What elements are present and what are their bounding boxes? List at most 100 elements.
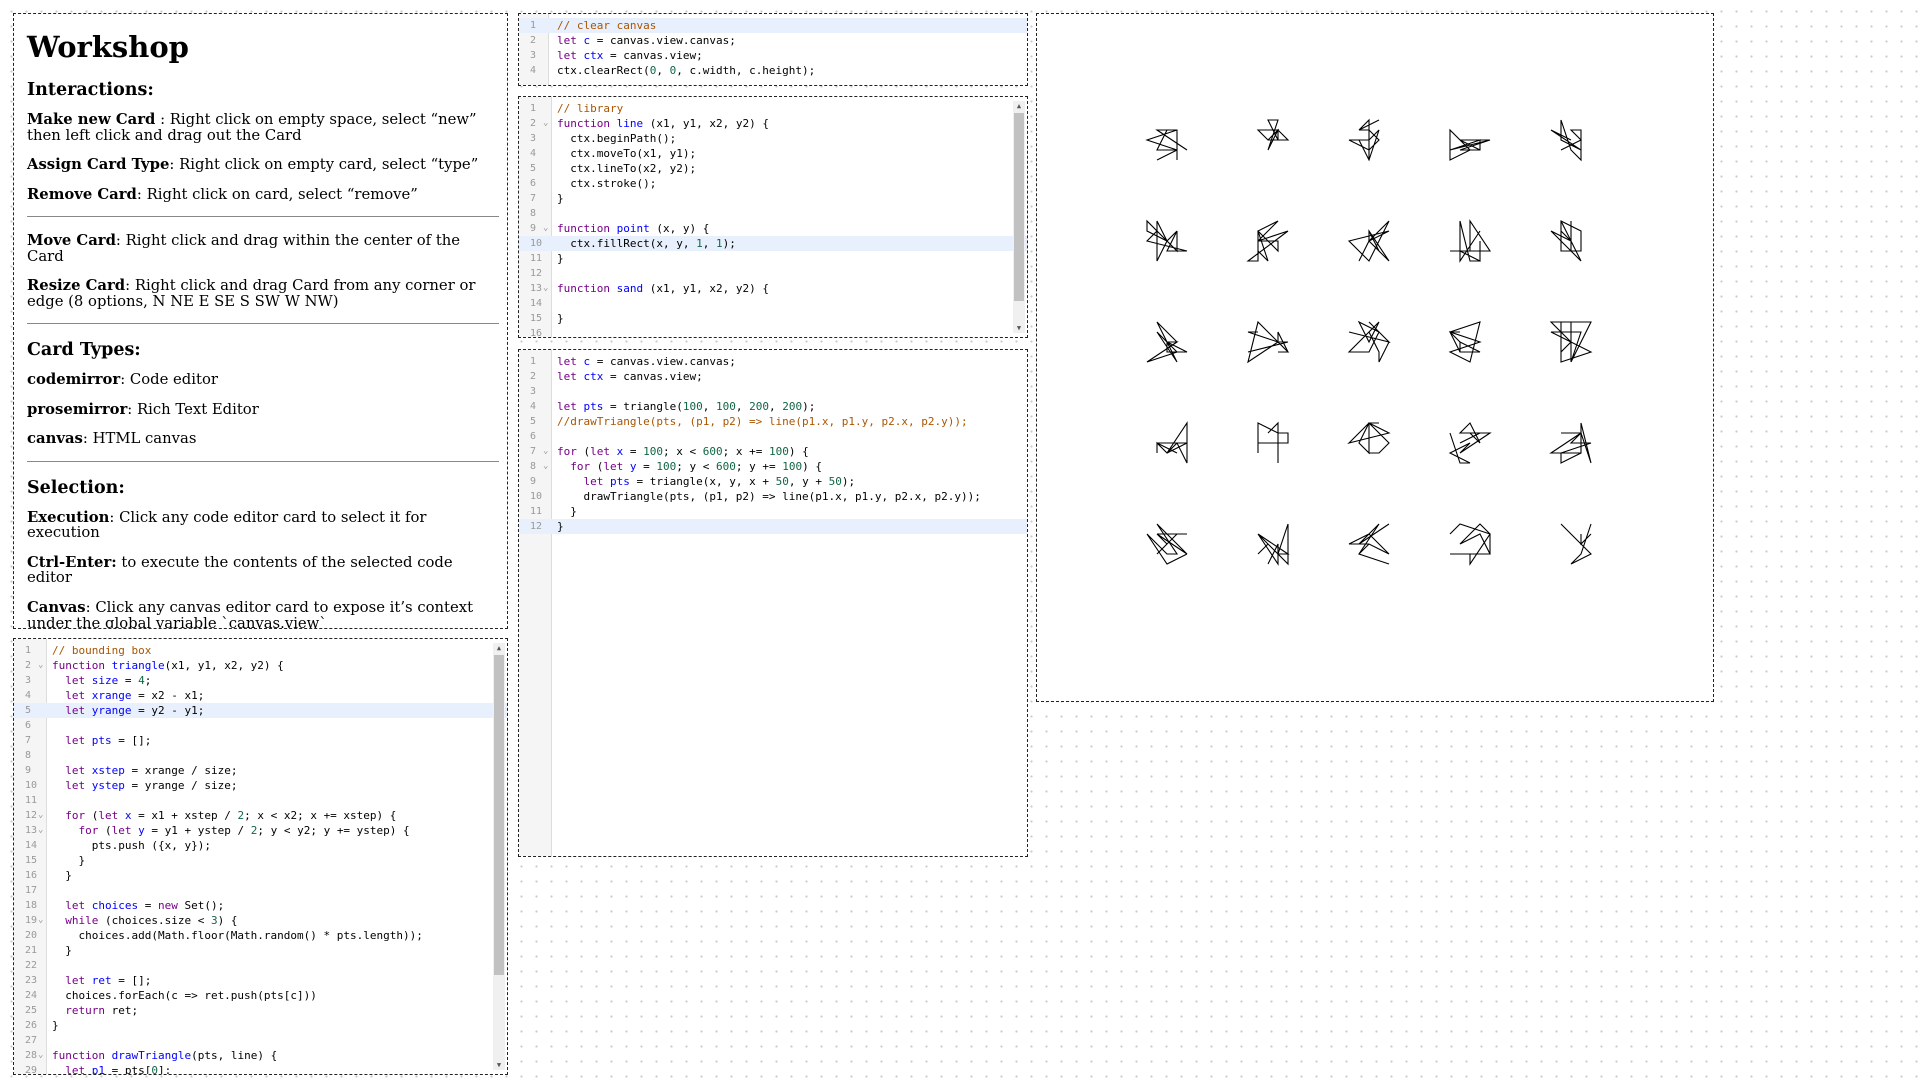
code-editor-main[interactable]: 1 let c = canvas.view.canvas; 2 let ctx = c…: [518, 349, 1028, 857]
line-number: 18: [25, 900, 38, 911]
code-line[interactable]: 11 }: [519, 504, 1027, 519]
triangle-glyph: [1550, 220, 1582, 262]
code-line[interactable]: 5 let yrange = y2 - y1;: [14, 703, 507, 718]
code-editor-clear-canvas[interactable]: 1 // clear canvas 2 let c = canvas.view.can…: [518, 13, 1028, 86]
code-line[interactable]: 9 let xstep = xrange / size;: [14, 763, 507, 778]
code-line[interactable]: 1 // bounding box: [14, 643, 507, 658]
interaction-item: Assign Card Type: Right click on empty c…: [27, 156, 479, 174]
code-lines[interactable]: 1 // clear canvas 2 let c = canvas.view.can…: [519, 18, 1027, 78]
code-line[interactable]: 1 // library: [519, 101, 1027, 116]
canvas-drawing[interactable]: [1037, 14, 1713, 701]
code-line[interactable]: 5 ctx.lineTo(x2, y2);: [519, 161, 1027, 176]
code-line[interactable]: 10 drawTriangle(pts, (p1, p2) => line(p1…: [519, 489, 1027, 504]
fold-marker-icon[interactable]: ⌄: [38, 823, 43, 838]
code-editor-bounding-box[interactable]: 1 // bounding box 2 ⌄ function triangle(x1, …: [13, 638, 508, 1075]
code-line[interactable]: 11}: [519, 251, 1027, 266]
code-text: let ystep = yrange / size;: [65, 779, 238, 792]
code-line[interactable]: 28 ⌄ function drawTriangle(pts, line) {: [14, 1048, 507, 1063]
scrollbar-thumb[interactable]: [494, 655, 504, 975]
code-line[interactable]: 3 let size = 4;: [14, 673, 507, 688]
scroll-up-arrow-icon[interactable]: ▲: [1013, 101, 1025, 111]
code-line[interactable]: 6 ctx.stroke();: [519, 176, 1027, 191]
code-line[interactable]: 1 let c = canvas.view.canvas;: [519, 354, 1027, 369]
fold-marker-icon[interactable]: ⌄: [543, 281, 548, 296]
code-line[interactable]: 4 let xrange = x2 - x1;: [14, 688, 507, 703]
fold-marker-icon[interactable]: ⌄: [543, 444, 548, 459]
code-line[interactable]: 24 choices.forEach(c => ret.push(pts[c])…: [14, 988, 507, 1003]
code-line[interactable]: 1 // clear canvas: [519, 18, 1027, 33]
line-number: 3: [530, 50, 537, 61]
prosemirror-card[interactable]: Workshop Interactions: Make new Card : R…: [13, 13, 508, 629]
code-line[interactable]: 15 }: [14, 853, 507, 868]
code-line[interactable]: 8: [519, 206, 1027, 221]
code-line[interactable]: 4 ctx.clearRect(0, 0, c.width, c.height);: [519, 63, 1027, 78]
scrollbar-thumb[interactable]: [1014, 113, 1024, 301]
code-text: // clear canvas: [557, 19, 657, 32]
fold-marker-icon[interactable]: ⌄: [38, 658, 43, 673]
code-line[interactable]: 4 ctx.moveTo(x1, y1);: [519, 146, 1027, 161]
code-line[interactable]: 6: [519, 429, 1027, 444]
code-lines[interactable]: 1 // library 2 ⌄ function line (x1, y1, x2, …: [519, 101, 1027, 337]
fold-marker-icon[interactable]: ⌄: [38, 913, 43, 928]
code-line[interactable]: 21 }: [14, 943, 507, 958]
fold-marker-icon[interactable]: ⌄: [38, 808, 43, 823]
code-line[interactable]: 23 let ret = [];: [14, 973, 507, 988]
code-line[interactable]: 26}: [14, 1018, 507, 1033]
glyph-stroke: [1348, 523, 1390, 565]
code-line[interactable]: 4 let pts = triangle(100, 100, 200, 200);: [519, 399, 1027, 414]
fold-marker-icon[interactable]: ⌄: [543, 459, 548, 474]
code-line[interactable]: 16 }: [14, 868, 507, 883]
code-line[interactable]: 2 let c = canvas.view.canvas;: [519, 33, 1027, 48]
code-line[interactable]: 7}: [519, 191, 1027, 206]
code-line[interactable]: 10 ctx.fillRect(x, y, 1, 1);: [519, 236, 1027, 251]
code-line[interactable]: 6: [14, 718, 507, 733]
code-line[interactable]: 12: [519, 266, 1027, 281]
code-line[interactable]: 29 let p1 = pts[0];: [14, 1063, 507, 1074]
code-lines[interactable]: 1 // bounding box 2 ⌄ function triangle(x1, …: [14, 643, 507, 1074]
scroll-up-arrow-icon[interactable]: ▲: [493, 643, 505, 653]
code-line[interactable]: 9 let pts = triangle(x, y, x + 50, y + 5…: [519, 474, 1027, 489]
code-line[interactable]: 27: [14, 1033, 507, 1048]
code-line[interactable]: 7 ⌄ for (let x = 100; x < 600; x += 100) {: [519, 444, 1027, 459]
code-line[interactable]: 12 ⌄ for (let x = x1 + xstep / 2; x < x2;…: [14, 808, 507, 823]
code-line[interactable]: 13 ⌄ for (let y = y1 + ystep / 2; y < y2;…: [14, 823, 507, 838]
code-line[interactable]: 8 ⌄ for (let y = 100; y < 600; y += 100) …: [519, 459, 1027, 474]
scroll-down-arrow-icon[interactable]: ▼: [1013, 323, 1025, 333]
line-number: 9: [530, 476, 537, 487]
code-line[interactable]: 18 let choices = new Set();: [14, 898, 507, 913]
vertical-scrollbar[interactable]: ▲ ▼: [1013, 101, 1025, 333]
code-line[interactable]: 3 ctx.beginPath();: [519, 131, 1027, 146]
code-line[interactable]: 14: [519, 296, 1027, 311]
code-line[interactable]: 3 let ctx = canvas.view;: [519, 48, 1027, 63]
fold-marker-icon[interactable]: ⌄: [543, 221, 548, 236]
code-line[interactable]: 14 pts.push ({x, y});: [14, 838, 507, 853]
fold-marker-icon[interactable]: ⌄: [38, 1048, 43, 1063]
html-canvas-card[interactable]: [1036, 13, 1714, 702]
code-line[interactable]: 12}: [519, 519, 1027, 534]
scroll-down-arrow-icon[interactable]: ▼: [493, 1060, 505, 1070]
code-line[interactable]: 8: [14, 748, 507, 763]
selection-heading: Selection:: [27, 477, 125, 498]
code-line[interactable]: 20 choices.add(Math.floor(Math.random() …: [14, 928, 507, 943]
code-line[interactable]: 9 ⌄ function point (x, y) {: [519, 221, 1027, 236]
code-line[interactable]: 5 //drawTriangle(pts, (p1, p2) => line(p1…: [519, 414, 1027, 429]
code-line[interactable]: 2 let ctx = canvas.view;: [519, 369, 1027, 384]
code-line[interactable]: 22: [14, 958, 507, 973]
code-line[interactable]: 2 ⌄ function triangle(x1, y1, x2, y2) {: [14, 658, 507, 673]
code-line[interactable]: 2 ⌄ function line (x1, y1, x2, y2) {: [519, 116, 1027, 131]
code-line[interactable]: 13 ⌄ function sand (x1, y1, x2, y2) {: [519, 281, 1027, 296]
code-line[interactable]: 3: [519, 384, 1027, 399]
code-line[interactable]: 16: [519, 326, 1027, 337]
code-line[interactable]: 15}: [519, 311, 1027, 326]
code-lines[interactable]: 1 let c = canvas.view.canvas; 2 let ctx = c…: [519, 354, 1027, 534]
line-number: 28: [25, 1050, 38, 1061]
code-line[interactable]: 11: [14, 793, 507, 808]
code-line[interactable]: 10 let ystep = yrange / size;: [14, 778, 507, 793]
code-line[interactable]: 7 let pts = [];: [14, 733, 507, 748]
fold-marker-icon[interactable]: ⌄: [543, 116, 548, 131]
code-line[interactable]: 25 return ret;: [14, 1003, 507, 1018]
code-line[interactable]: 17: [14, 883, 507, 898]
code-line[interactable]: 19 ⌄ while (choices.size < 3) {: [14, 913, 507, 928]
vertical-scrollbar[interactable]: ▲ ▼: [493, 643, 505, 1070]
code-editor-library[interactable]: 1 // library 2 ⌄ function line (x1, y1, x2, …: [518, 96, 1028, 338]
